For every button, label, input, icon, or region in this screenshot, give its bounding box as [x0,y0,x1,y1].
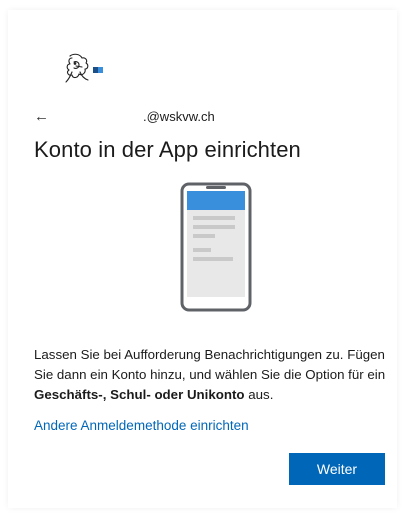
instructions-part1: Lassen Sie bei Aufforderung Benachrichti… [34,347,386,382]
identity-row: ← .@wskvw.ch [34,107,215,125]
phone-illustration-icon [180,182,252,312]
alternate-method-link[interactable]: Andere Anmeldemethode einrichten [34,418,249,433]
next-button[interactable]: Weiter [289,453,385,485]
email-redacted [55,110,143,123]
instructions-bold: Geschäfts-, Schul- oder Unikonto [34,387,245,402]
back-arrow-icon[interactable]: ← [34,109,49,124]
canton-lion-logo-icon [65,53,103,83]
email-suffix: .@wskvw.ch [143,108,215,124]
page-title: Konto in der App einrichten [34,137,301,162]
instructions-part2: aus. [244,387,274,402]
instructions-text: Lassen Sie bei Aufforderung Benachrichti… [34,345,390,405]
